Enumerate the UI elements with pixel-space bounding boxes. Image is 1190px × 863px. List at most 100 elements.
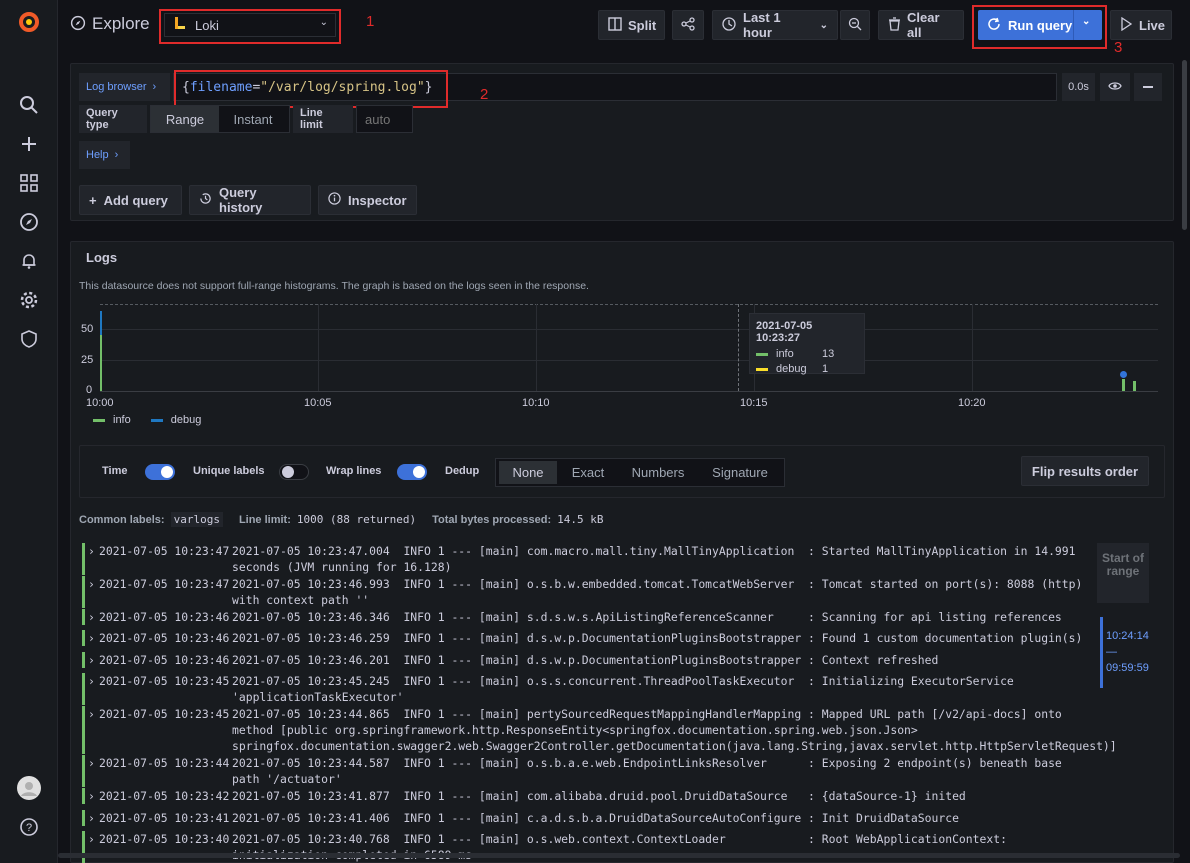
common-labels-value: varlogs — [170, 512, 223, 527]
log-message: 2021-07-05 10:23:45.245 INFO 1 --- [main… — [232, 674, 1021, 704]
log-timestamp: 2021-07-05 10:23:46 — [99, 631, 230, 645]
log-row[interactable]: › 2021-07-05 10:23:46 2021-07-05 10:23:46.… — [82, 652, 1092, 668]
chevron-right-icon[interactable]: › — [88, 831, 95, 847]
log-level-bar — [82, 652, 85, 668]
chevron-right-icon[interactable]: › — [88, 609, 95, 625]
histogram-bar-info — [100, 335, 102, 391]
log-meta-row: Common labels: varlogs Line limit: 1000 … — [79, 512, 603, 527]
chevron-right-icon[interactable]: › — [88, 755, 95, 771]
log-row[interactable]: › 2021-07-05 10:23:45 2021-07-05 10:23:44.… — [82, 706, 1117, 754]
x-tick: 10:05 — [304, 397, 332, 409]
unique-labels-toggle[interactable] — [279, 464, 309, 480]
histogram-bar-debug — [100, 311, 102, 335]
legend-item-info[interactable]: info — [113, 414, 131, 426]
split-icon — [608, 16, 622, 34]
explore-compass-icon[interactable] — [17, 210, 41, 234]
range-indicator-bar — [1100, 617, 1103, 688]
log-level-bar — [82, 755, 85, 787]
log-row[interactable]: › 2021-07-05 10:23:45 2021-07-05 10:23:45.… — [82, 673, 1092, 705]
share-button[interactable] — [672, 10, 704, 40]
log-level-bar — [82, 706, 85, 754]
log-row[interactable]: › 2021-07-05 10:23:47 2021-07-05 10:23:47.… — [82, 543, 1092, 575]
log-row[interactable]: › 2021-07-05 10:23:46 2021-07-05 10:23:46.… — [82, 630, 1092, 646]
grid-line — [100, 329, 1158, 330]
zoom-out-icon — [848, 17, 862, 34]
x-tick: 10:00 — [86, 397, 114, 409]
query-history-label: Query history — [219, 185, 263, 215]
chevron-right-icon[interactable]: › — [88, 673, 95, 689]
chevron-right-icon[interactable]: › — [88, 652, 95, 668]
vertical-scrollbar[interactable] — [1182, 60, 1187, 230]
log-row[interactable]: › 2021-07-05 10:23:44 2021-07-05 10:23:44.… — [82, 755, 1092, 787]
tooltip-series-name: debug — [776, 363, 807, 375]
log-level-bar — [82, 831, 85, 863]
horizontal-scrollbar[interactable] — [58, 853, 1180, 858]
search-icon[interactable] — [17, 93, 41, 117]
log-row[interactable]: › 2021-07-05 10:23:41 2021-07-05 10:23:41.… — [82, 810, 1092, 826]
shield-icon[interactable] — [17, 327, 41, 351]
log-browser-button[interactable]: Log browser › — [79, 73, 170, 101]
chevron-right-icon[interactable]: › — [88, 576, 95, 592]
split-label: Split — [628, 17, 657, 33]
dedup-signature[interactable]: Signature — [697, 465, 783, 480]
log-level-bar — [82, 810, 85, 826]
hide-query-button[interactable] — [1100, 73, 1130, 101]
log-timestamp: 2021-07-05 10:23:47 — [99, 577, 230, 591]
log-row[interactable]: › 2021-07-05 10:23:40 2021-07-05 10:23:40.… — [82, 831, 1092, 863]
chevron-right-icon[interactable]: › — [88, 788, 95, 804]
add-query-label: Add query — [103, 192, 168, 208]
inspector-button[interactable]: Inspector — [318, 185, 417, 215]
split-button[interactable]: Split — [598, 10, 665, 40]
log-level-bar — [82, 788, 85, 804]
help-icon[interactable]: ? — [17, 815, 41, 839]
help-label: Help — [86, 149, 109, 161]
query-history-button[interactable]: Query history — [189, 185, 311, 215]
start-of-range-button[interactable]: Start of range — [1097, 543, 1149, 603]
time-toggle[interactable] — [145, 464, 175, 480]
dedup-numbers[interactable]: Numbers — [619, 465, 697, 480]
log-timestamp: 2021-07-05 10:23:46 — [99, 610, 230, 624]
wrap-lines-toggle[interactable] — [397, 464, 427, 480]
grafana-logo-icon[interactable] — [17, 10, 41, 34]
chevron-right-icon[interactable]: › — [88, 706, 95, 722]
dedup-none[interactable]: None — [499, 461, 557, 484]
chevron-right-icon[interactable]: › — [88, 543, 95, 559]
chevron-right-icon[interactable]: › — [88, 630, 95, 646]
plus-icon[interactable] — [17, 132, 41, 156]
legend-swatch-info — [93, 418, 105, 422]
log-row[interactable]: › 2021-07-05 10:23:47 2021-07-05 10:23:46.… — [82, 576, 1092, 608]
line-limit-input[interactable] — [356, 105, 413, 133]
flip-results-order-button[interactable]: Flip results order — [1021, 456, 1149, 486]
bell-icon[interactable] — [17, 249, 41, 273]
time-toggle-label: Time — [102, 465, 128, 477]
log-message: 2021-07-05 10:23:44.587 INFO 1 --- [main… — [232, 756, 1069, 786]
log-timestamp: 2021-07-05 10:23:44 — [99, 756, 230, 770]
live-button[interactable]: Live — [1110, 10, 1172, 40]
dedup-exact[interactable]: Exact — [557, 465, 619, 480]
log-timestamp: 2021-07-05 10:23:47 — [99, 544, 230, 558]
query-type-range[interactable]: Range — [151, 106, 219, 132]
tooltip-series-value: 13 — [822, 348, 835, 360]
log-browser-label: Log browser — [86, 81, 147, 93]
dashboards-icon[interactable] — [17, 171, 41, 195]
log-row[interactable]: › 2021-07-05 10:23:42 2021-07-05 10:23:41.… — [82, 788, 1092, 804]
log-level-bar — [82, 543, 85, 575]
tooltip-swatch — [756, 352, 768, 356]
avatar[interactable] — [17, 776, 41, 800]
chevron-right-icon: › — [152, 81, 157, 93]
annotation-number-2: 2 — [480, 86, 489, 103]
log-message: 2021-07-05 10:23:40.768 INFO 1 --- [main… — [232, 832, 1007, 862]
gear-icon[interactable] — [17, 288, 41, 312]
add-query-button[interactable]: + Add query — [79, 185, 182, 215]
remove-query-button[interactable] — [1134, 73, 1162, 101]
zoom-out-button[interactable] — [840, 10, 870, 40]
log-row[interactable]: › 2021-07-05 10:23:46 2021-07-05 10:23:46.… — [82, 609, 1092, 625]
query-type-instant[interactable]: Instant — [219, 106, 287, 132]
log-level-bar — [82, 576, 85, 608]
time-range-picker[interactable]: Last 1 hour ⌄ — [712, 10, 838, 40]
help-button[interactable]: Help › — [79, 141, 130, 169]
legend-item-debug[interactable]: debug — [171, 414, 202, 426]
play-icon — [1120, 16, 1133, 34]
chevron-right-icon[interactable]: › — [88, 810, 95, 826]
clear-all-button[interactable]: Clear all — [878, 10, 964, 40]
